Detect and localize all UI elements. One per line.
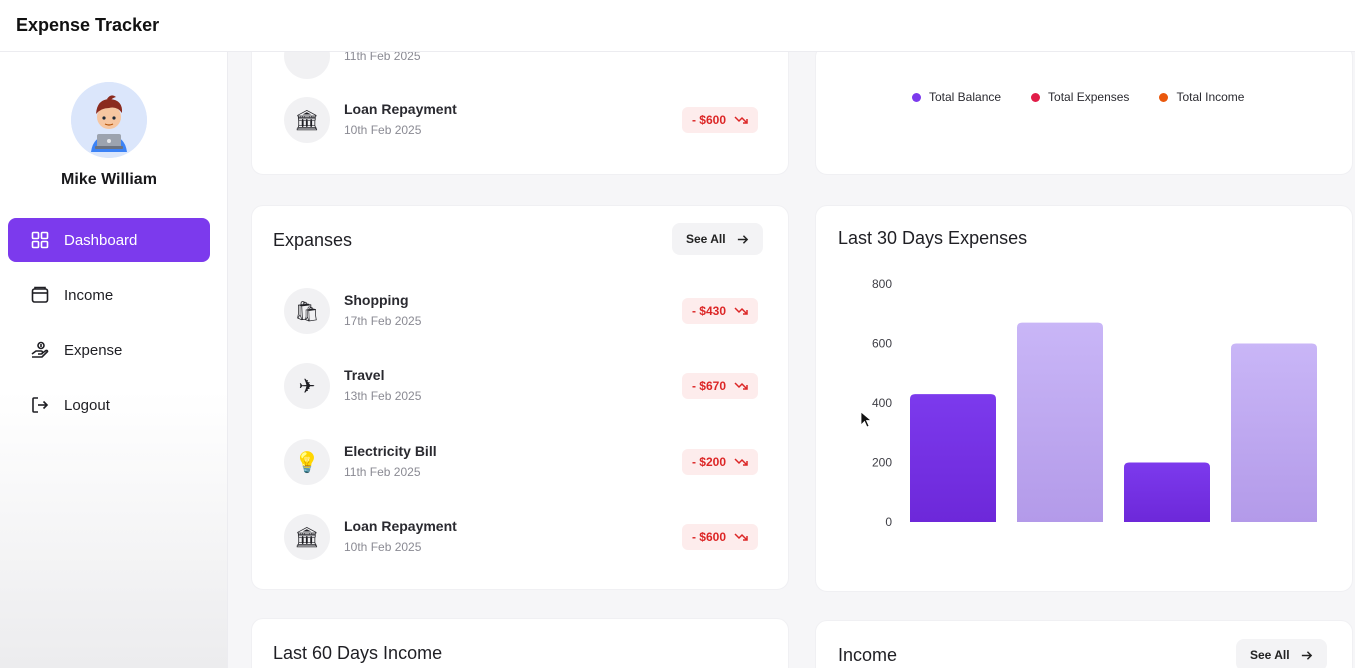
list-item[interactable]: 🏛 Loan Repayment 10th Feb 2025 - $600 [284,95,758,145]
sidebar: Mike William Dashboard Income Expense Lo… [0,52,228,668]
hand-money-icon [30,340,50,360]
y-tick-label: 800 [872,277,892,291]
transaction-amount: - $200 [681,449,758,475]
transaction-date: 10th Feb 2025 [344,540,422,554]
legend-dot [1159,92,1169,102]
transaction-date: 13th Feb 2025 [344,389,422,403]
transaction-date: 10th Feb 2025 [344,123,422,137]
sidebar-item-dashboard[interactable]: Dashboard [8,218,210,262]
bank-icon: 🏛 [284,97,330,143]
legend-item: Total Expenses [1031,90,1129,104]
last-60-days-income-card: Last 60 Days Income [251,618,789,668]
transaction-name: Travel [344,367,385,383]
chart-title: Last 30 Days Expenses [838,228,1028,248]
sidebar-item-income[interactable]: Income [8,273,210,317]
trend-down-icon [734,116,748,124]
legend-dot [1031,92,1041,102]
chart-bar[interactable] [1017,322,1103,522]
bank-icon: 🏛 [284,514,330,560]
bar-chart: 0 200 400 600 800 [872,277,1317,529]
transaction-name: Loan Repayment [344,518,457,534]
shopping-bag-icon: 🛍 [284,288,330,334]
sidebar-item-expense[interactable]: Expense [8,328,210,372]
list-item[interactable]: ✈ Travel 13th Feb 2025 - $670 [284,361,758,411]
arrow-right-icon [1301,650,1312,660]
sidebar-item-label: Logout [64,396,110,414]
legend-item: Total Income [1159,90,1244,104]
y-tick-label: 200 [872,456,892,470]
financial-overview-card: Total Balance Total Expenses Total Incom… [815,45,1353,175]
amount-text: - $430 [691,304,726,318]
transaction-amount: - $670 [681,373,758,399]
wallet-icon [30,285,50,305]
legend-dot [912,92,921,102]
transaction-name: Shopping [344,292,409,308]
see-all-label: See All [686,232,726,246]
y-tick-label: 600 [872,337,892,351]
trend-down-icon [734,533,748,541]
legend-label: Total Expenses [1048,90,1130,104]
transaction-date: 17th Feb 2025 [344,314,422,328]
see-all-button[interactable]: See All [672,223,763,255]
transaction-name: Loan Repayment [344,101,457,117]
card-title: Last 60 Days Income [273,643,443,663]
amount-text: - $600 [691,530,726,544]
airplane-icon: ✈ [284,363,330,409]
list-item[interactable]: 🏛 Loan Repayment 10th Feb 2025 - $600 [284,512,758,562]
transaction-name: Electricity Bill [344,443,437,459]
mouse-cursor-icon [860,411,872,428]
transaction-date: 11th Feb 2025 [344,465,421,479]
transaction-amount: - $430 [681,298,758,324]
transaction-amount: - $600 [681,107,758,133]
card-title: Income [838,645,898,665]
y-tick-label: 400 [872,396,892,410]
list-item[interactable]: 🛍 Shopping 17th Feb 2025 - $430 [284,286,758,336]
chart-bar[interactable] [1231,343,1317,523]
sidebar-item-label: Expense [64,341,123,359]
legend-label: Total Income [1176,90,1245,104]
user-name: Mike William [61,171,157,188]
legend-label: Total Balance [929,90,1002,104]
logout-icon [30,395,50,415]
user-avatar-icon [71,82,147,158]
see-all-button[interactable]: See All [1236,639,1327,668]
sidebar-item-logout[interactable]: Logout [8,383,210,427]
trend-down-icon [734,307,748,315]
see-all-label: See All [1250,648,1290,662]
grid-icon [30,230,50,250]
amount-text: - $200 [691,455,726,469]
last-30-days-expenses-card: Last 30 Days Expenses 0 200 400 600 800 [815,205,1353,592]
avatar [71,82,147,158]
legend-item: Total Balance [912,90,1001,104]
light-bulb-icon: 💡 [284,439,330,485]
chart-legend: Total Balance Total Expenses Total Incom… [912,90,1244,104]
list-item[interactable]: 💡 Electricity Bill 11th Feb 2025 - $200 [284,437,758,487]
amount-text: - $670 [691,379,726,393]
arrow-right-icon [737,234,748,244]
top-bar: Expense Tracker [0,0,1355,52]
trend-down-icon [734,382,748,390]
transaction-amount: - $600 [681,524,758,550]
sidebar-item-label: Dashboard [64,231,138,249]
chart-bar[interactable] [1124,462,1210,523]
card-title: Expanses [273,230,353,250]
chart-bar[interactable] [910,394,996,522]
expenses-card: Expanses See All 🛍 Shopping 17th Feb 202… [251,205,789,590]
amount-text: - $600 [691,113,726,127]
app-title: Expense Tracker [16,15,160,35]
sidebar-item-label: Income [64,286,114,304]
y-tick-label: 0 [885,515,892,529]
trend-down-icon [734,458,748,466]
income-card: Income See All [815,620,1353,668]
